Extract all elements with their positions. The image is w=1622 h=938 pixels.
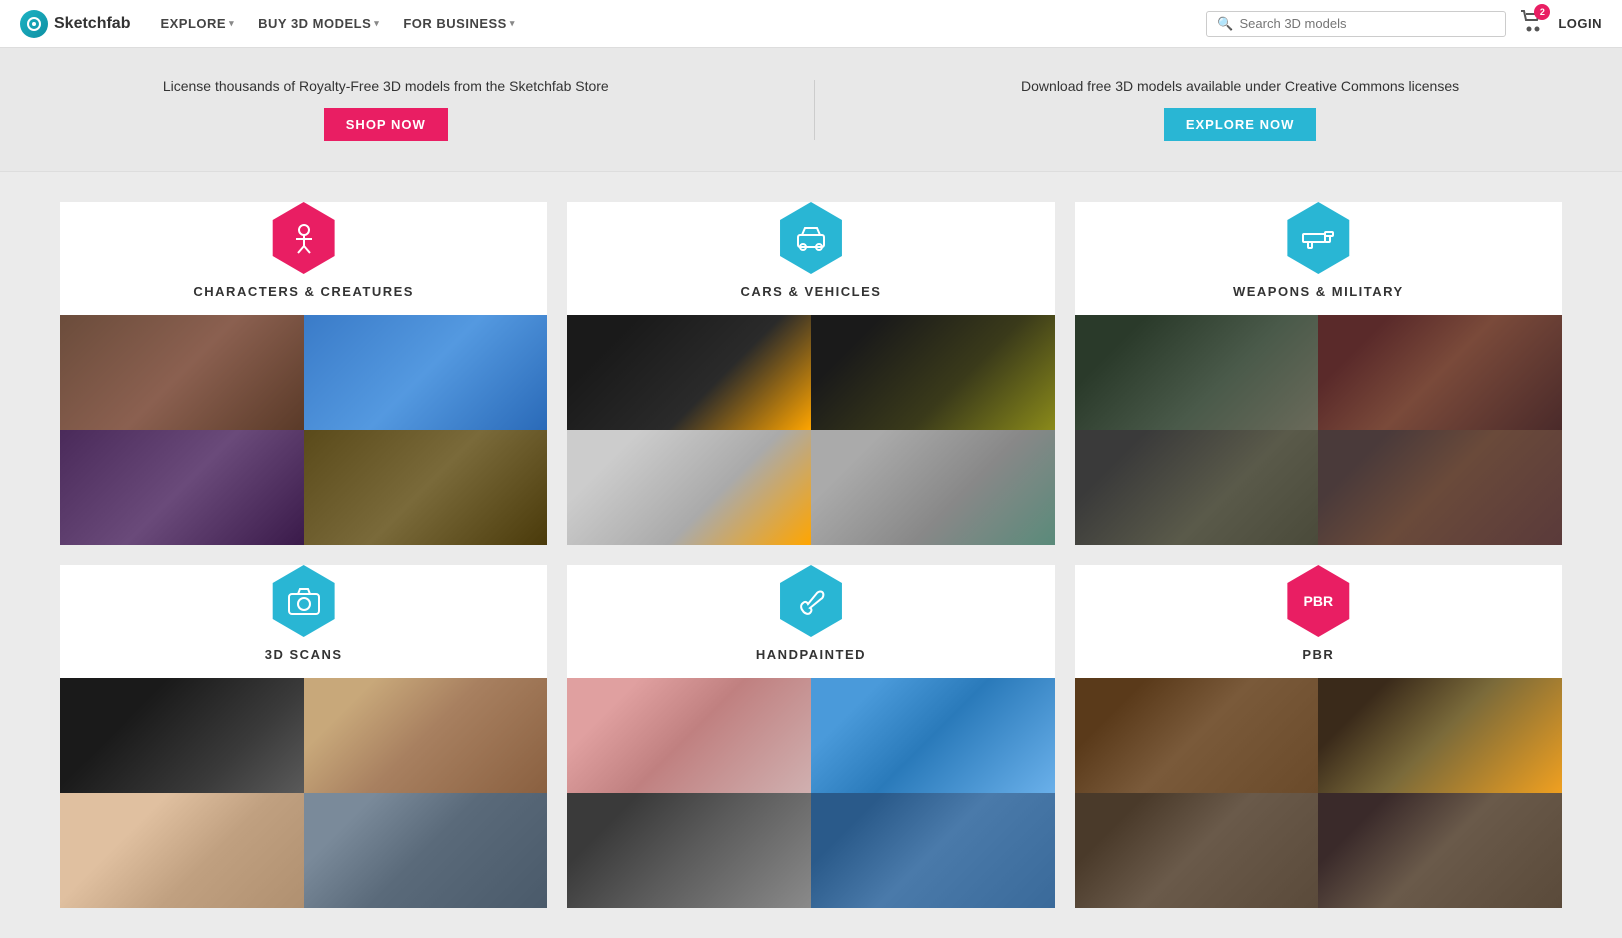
banner-left: License thousands of Royalty-Free 3D mod… bbox=[163, 78, 609, 141]
characters-images bbox=[60, 315, 547, 545]
category-card-cars[interactable]: CARS & VEHICLES bbox=[567, 202, 1054, 545]
characters-img-3 bbox=[60, 430, 304, 545]
category-card-scans[interactable]: 3D SCANS bbox=[60, 565, 547, 908]
navbar: Sketchfab EXPLORE ▾ BUY 3D MODELS ▾ FOR … bbox=[0, 0, 1622, 48]
banner: License thousands of Royalty-Free 3D mod… bbox=[0, 48, 1622, 172]
handpainted-img-4 bbox=[811, 793, 1055, 908]
pbr-img-2 bbox=[1318, 678, 1562, 793]
nav-explore[interactable]: EXPLORE ▾ bbox=[150, 10, 244, 37]
category-header-handpainted: HANDPAINTED bbox=[567, 565, 1054, 678]
cars-img-3 bbox=[567, 430, 811, 545]
category-card-pbr[interactable]: PBR PBR bbox=[1075, 565, 1562, 908]
banner-right-text: Download free 3D models available under … bbox=[1021, 78, 1459, 94]
handpainted-img-3 bbox=[567, 793, 811, 908]
category-header-pbr: PBR PBR bbox=[1075, 565, 1562, 678]
scans-img-1 bbox=[60, 678, 304, 793]
handpainted-images bbox=[567, 678, 1054, 908]
paint-icon bbox=[775, 565, 847, 637]
handpainted-hex-icon bbox=[775, 565, 847, 637]
camera-icon bbox=[268, 565, 340, 637]
handpainted-img-2 bbox=[811, 678, 1055, 793]
nav-business[interactable]: FOR BUSINESS ▾ bbox=[393, 10, 525, 37]
category-header-cars: CARS & VEHICLES bbox=[567, 202, 1054, 315]
weapons-img-1 bbox=[1075, 315, 1319, 430]
weapons-icon bbox=[1282, 202, 1354, 274]
nav-buy[interactable]: BUY 3D MODELS ▾ bbox=[248, 10, 389, 37]
cart-button[interactable]: 2 bbox=[1520, 10, 1542, 37]
login-button[interactable]: LOGIN bbox=[1558, 16, 1602, 31]
search-icon: 🔍 bbox=[1217, 16, 1233, 32]
shop-now-button[interactable]: SHOP NOW bbox=[324, 108, 448, 141]
category-card-weapons[interactable]: WEAPONS & MILITARY bbox=[1075, 202, 1562, 545]
handpainted-img-1 bbox=[567, 678, 811, 793]
characters-img-2 bbox=[304, 315, 548, 430]
category-header-characters: CHARACTERS & CREATURES bbox=[60, 202, 547, 315]
search-bar: 🔍 bbox=[1206, 11, 1506, 37]
pbr-img-1 bbox=[1075, 678, 1319, 793]
scans-img-2 bbox=[304, 678, 548, 793]
buy-caret-icon: ▾ bbox=[374, 18, 379, 29]
category-grid: CHARACTERS & CREATURES bbox=[60, 202, 1562, 938]
category-card-characters[interactable]: CHARACTERS & CREATURES bbox=[60, 202, 547, 545]
cars-images bbox=[567, 315, 1054, 545]
logo-icon bbox=[20, 10, 48, 38]
weapons-images bbox=[1075, 315, 1562, 545]
weapons-hex-icon bbox=[1282, 202, 1354, 274]
banner-divider bbox=[814, 80, 815, 140]
handpainted-title: HANDPAINTED bbox=[756, 647, 866, 662]
explore-caret-icon: ▾ bbox=[229, 18, 234, 29]
business-caret-icon: ▾ bbox=[510, 18, 515, 29]
pbr-img-4 bbox=[1318, 793, 1562, 908]
scans-title: 3D SCANS bbox=[265, 647, 343, 662]
nav-links: EXPLORE ▾ BUY 3D MODELS ▾ FOR BUSINESS ▾ bbox=[150, 10, 524, 37]
cars-img-1 bbox=[567, 315, 811, 430]
explore-now-button[interactable]: EXPLORE NOW bbox=[1164, 108, 1317, 141]
scans-images bbox=[60, 678, 547, 908]
pbr-img-3 bbox=[1075, 793, 1319, 908]
cars-title: CARS & VEHICLES bbox=[741, 284, 882, 299]
character-icon bbox=[268, 202, 340, 274]
weapons-title: WEAPONS & MILITARY bbox=[1233, 284, 1404, 299]
cars-img-4 bbox=[811, 430, 1055, 545]
scans-img-4 bbox=[304, 793, 548, 908]
search-input[interactable] bbox=[1240, 16, 1496, 31]
weapons-img-2 bbox=[1318, 315, 1562, 430]
logo-text: Sketchfab bbox=[54, 15, 130, 33]
pbr-icon: PBR bbox=[1282, 565, 1354, 637]
banner-right: Download free 3D models available under … bbox=[1021, 78, 1459, 141]
category-card-handpainted[interactable]: HANDPAINTED bbox=[567, 565, 1054, 908]
pbr-images bbox=[1075, 678, 1562, 908]
category-header-scans: 3D SCANS bbox=[60, 565, 547, 678]
logo[interactable]: Sketchfab bbox=[20, 10, 130, 38]
characters-img-4 bbox=[304, 430, 548, 545]
scans-img-3 bbox=[60, 793, 304, 908]
category-header-weapons: WEAPONS & MILITARY bbox=[1075, 202, 1562, 315]
characters-hex-icon bbox=[268, 202, 340, 274]
characters-title: CHARACTERS & CREATURES bbox=[193, 284, 414, 299]
banner-left-text: License thousands of Royalty-Free 3D mod… bbox=[163, 78, 609, 94]
pbr-title: PBR bbox=[1302, 647, 1334, 662]
weapons-img-3 bbox=[1075, 430, 1319, 545]
cart-badge: 2 bbox=[1534, 4, 1550, 20]
car-icon bbox=[775, 202, 847, 274]
nav-right: 2 LOGIN bbox=[1520, 10, 1602, 37]
cars-hex-icon bbox=[775, 202, 847, 274]
pbr-hex-icon: PBR bbox=[1282, 565, 1354, 637]
weapons-img-4 bbox=[1318, 430, 1562, 545]
scans-hex-icon bbox=[268, 565, 340, 637]
cars-img-2 bbox=[811, 315, 1055, 430]
characters-img-1 bbox=[60, 315, 304, 430]
main-content: CHARACTERS & CREATURES bbox=[0, 172, 1622, 938]
